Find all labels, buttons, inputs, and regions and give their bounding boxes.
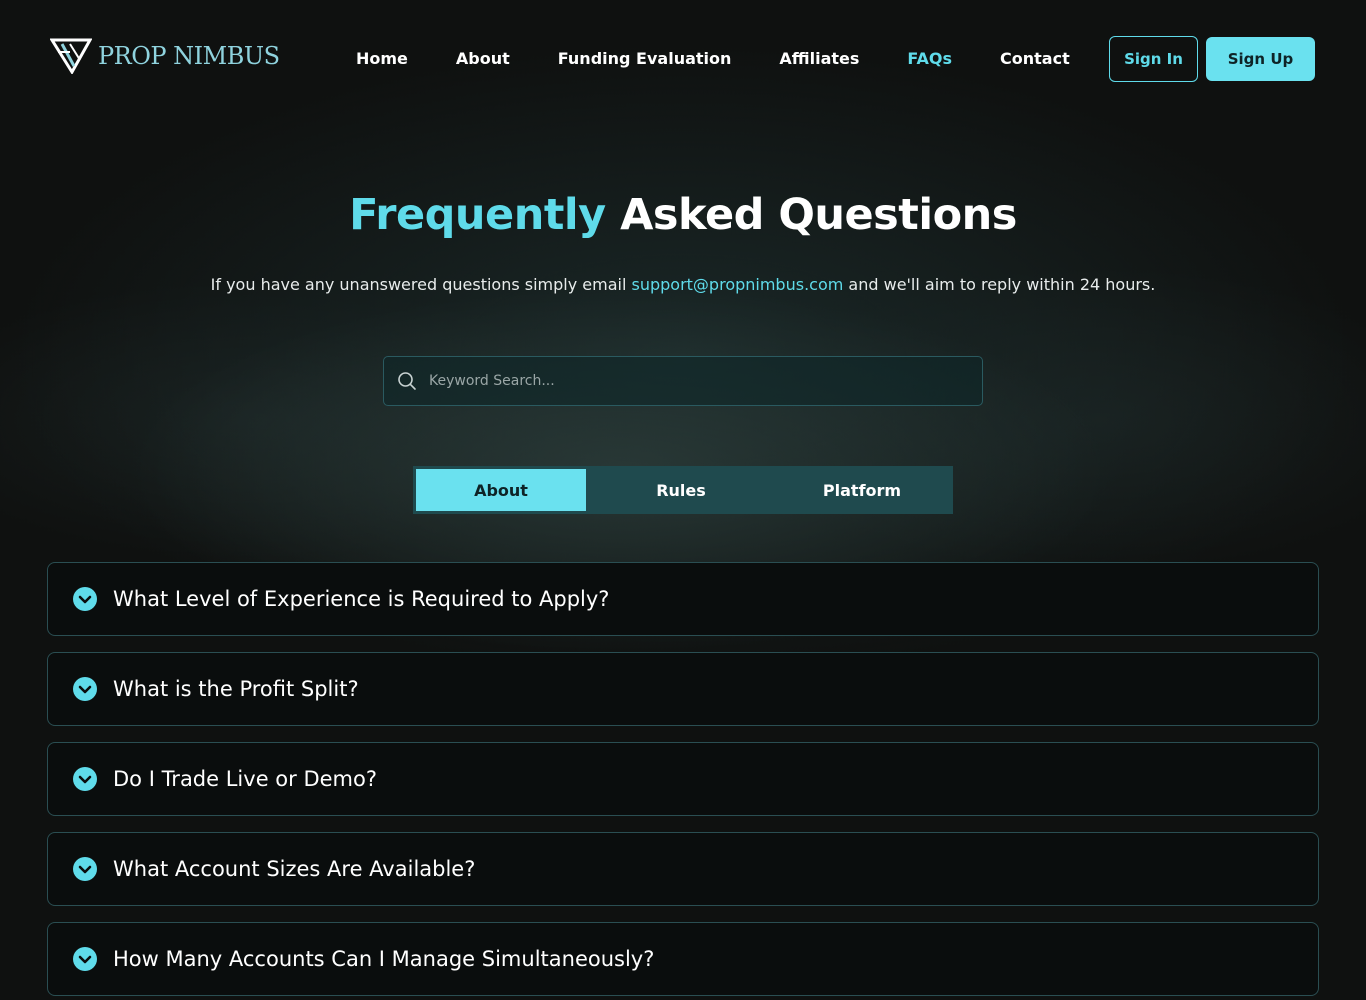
faq-category-tabs: About Rules Platform	[413, 466, 953, 514]
nav-item-contact[interactable]: Contact	[1000, 48, 1070, 70]
sign-up-button[interactable]: Sign Up	[1206, 37, 1315, 81]
prop-nimbus-logo-icon	[50, 38, 92, 74]
brand-logo[interactable]: PROP NIMBUS	[50, 38, 280, 74]
nav-item-funding-evaluation[interactable]: Funding Evaluation	[558, 48, 732, 70]
faq-item[interactable]: How Many Accounts Can I Manage Simultane…	[47, 922, 1319, 996]
faq-question: What is the Profit Split?	[113, 677, 359, 701]
sign-in-button[interactable]: Sign In	[1109, 36, 1198, 82]
chevron-down-circle-icon	[73, 677, 97, 701]
subtitle-text-before: If you have any unanswered questions sim…	[210, 275, 632, 294]
search-box[interactable]	[383, 356, 983, 406]
faq-question: What Level of Experience is Required to …	[113, 587, 610, 611]
search-icon	[397, 371, 417, 391]
tab-about[interactable]: About	[416, 469, 586, 511]
faq-item[interactable]: What Account Sizes Are Available?	[47, 832, 1319, 906]
nav-item-faqs[interactable]: FAQs	[907, 48, 952, 70]
faq-question: What Account Sizes Are Available?	[113, 857, 476, 881]
page-title-rest: Asked Questions	[605, 190, 1017, 240]
main-nav: Home About Funding Evaluation Affiliates…	[356, 48, 1118, 70]
tab-platform[interactable]: Platform	[776, 469, 948, 511]
subtitle-text-after: and we'll aim to reply within 24 hours.	[843, 275, 1156, 294]
chevron-down-circle-icon	[73, 587, 97, 611]
search-input[interactable]	[429, 373, 982, 389]
nav-item-home[interactable]: Home	[356, 48, 408, 70]
faq-question: Do I Trade Live or Demo?	[113, 767, 377, 791]
nav-item-affiliates[interactable]: Affiliates	[779, 48, 859, 70]
site-header: PROP NIMBUS Home About Funding Evaluatio…	[0, 0, 1366, 118]
chevron-down-circle-icon	[73, 767, 97, 791]
brand-name: PROP NIMBUS	[98, 42, 280, 70]
support-email-link[interactable]: support@propnimbus.com	[632, 275, 844, 294]
faq-item[interactable]: What is the Profit Split?	[47, 652, 1319, 726]
page-title-accent: Frequently	[349, 190, 606, 240]
nav-item-about[interactable]: About	[456, 48, 510, 70]
faq-question: How Many Accounts Can I Manage Simultane…	[113, 947, 655, 971]
faq-item[interactable]: What Level of Experience is Required to …	[47, 562, 1319, 636]
tab-rules[interactable]: Rules	[586, 469, 776, 511]
page-title: Frequently Asked Questions	[0, 190, 1366, 240]
chevron-down-circle-icon	[73, 857, 97, 881]
chevron-down-circle-icon	[73, 947, 97, 971]
faq-list: What Level of Experience is Required to …	[47, 562, 1319, 1000]
faq-item[interactable]: Do I Trade Live or Demo?	[47, 742, 1319, 816]
page-subtitle: If you have any unanswered questions sim…	[0, 275, 1366, 294]
